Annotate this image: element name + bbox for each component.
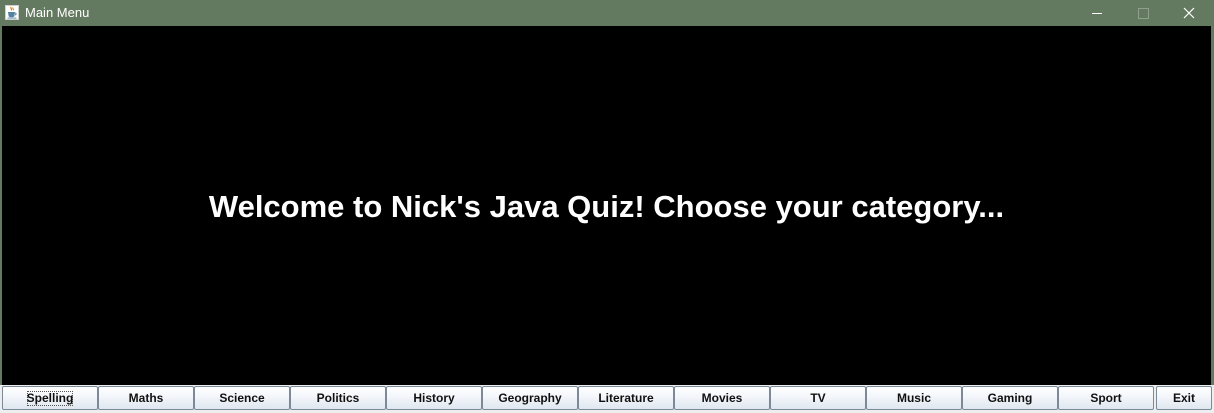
- quiz-main-window: Main Menu Welcome to Nick's Java Quiz! C…: [0, 0, 1214, 413]
- button-label: Politics: [316, 391, 360, 405]
- maximize-button[interactable]: [1120, 0, 1166, 26]
- title-bar[interactable]: Main Menu: [0, 0, 1214, 26]
- window-title: Main Menu: [25, 5, 90, 20]
- gaming-button[interactable]: Gaming: [962, 386, 1058, 410]
- tv-button[interactable]: TV: [770, 386, 866, 410]
- close-icon: [1183, 7, 1195, 19]
- geography-button[interactable]: Geography: [482, 386, 578, 410]
- minimize-button[interactable]: [1074, 0, 1120, 26]
- music-button[interactable]: Music: [866, 386, 962, 410]
- java-cup-icon: [5, 5, 19, 20]
- sport-button[interactable]: Sport: [1058, 386, 1154, 410]
- button-label: Spelling: [26, 391, 74, 405]
- politics-button[interactable]: Politics: [290, 386, 386, 410]
- spelling-button[interactable]: Spelling: [2, 386, 98, 410]
- maximize-icon: [1138, 8, 1149, 19]
- button-label: Movies: [701, 391, 743, 405]
- button-label: Geography: [498, 391, 562, 405]
- exit-button[interactable]: Exit: [1156, 386, 1212, 410]
- minimize-icon: [1092, 13, 1102, 14]
- maths-button[interactable]: Maths: [98, 386, 194, 410]
- button-label: Music: [896, 391, 931, 405]
- welcome-message: Welcome to Nick's Java Quiz! Choose your…: [208, 189, 1005, 224]
- literature-button[interactable]: Literature: [578, 386, 674, 410]
- button-label: History: [413, 391, 455, 405]
- science-button[interactable]: Science: [194, 386, 290, 410]
- category-button-bar: Spelling Maths Science Politics History …: [0, 385, 1214, 413]
- button-label: Maths: [128, 391, 164, 405]
- button-label: Literature: [598, 391, 654, 405]
- button-label: Gaming: [987, 391, 1033, 405]
- history-button[interactable]: History: [386, 386, 482, 410]
- button-label: Sport: [1090, 391, 1122, 405]
- button-label: Science: [219, 391, 265, 405]
- close-button[interactable]: [1166, 0, 1212, 26]
- button-label: Exit: [1172, 391, 1195, 405]
- welcome-panel: Welcome to Nick's Java Quiz! Choose your…: [2, 26, 1211, 385]
- button-label: TV: [810, 391, 826, 405]
- movies-button[interactable]: Movies: [674, 386, 770, 410]
